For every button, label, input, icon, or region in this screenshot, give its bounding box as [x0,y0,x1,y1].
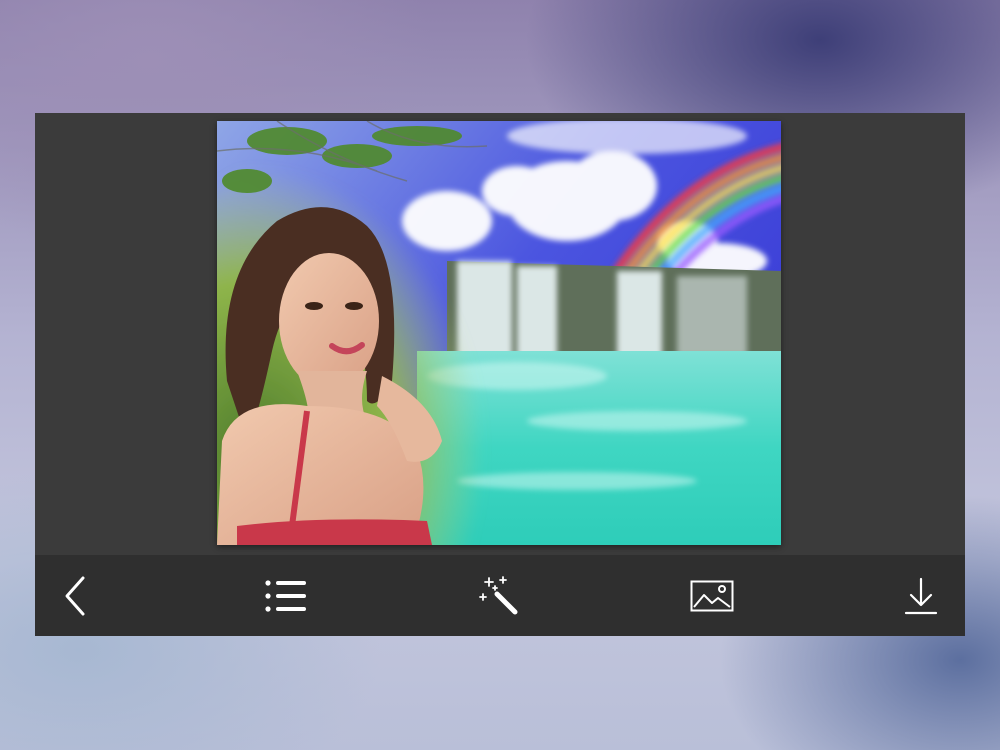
image-gallery-icon [690,580,734,612]
photo-frame-image [217,121,781,545]
list-button[interactable] [256,570,316,622]
effects-button[interactable] [469,570,529,622]
download-icon [904,577,938,615]
magic-wand-icon [479,576,518,615]
download-button[interactable] [891,570,951,622]
back-button[interactable] [46,570,106,622]
photo-preview[interactable] [217,121,781,545]
gallery-button[interactable] [682,570,742,622]
list-icon [265,580,306,612]
back-arrow-icon [65,576,85,616]
